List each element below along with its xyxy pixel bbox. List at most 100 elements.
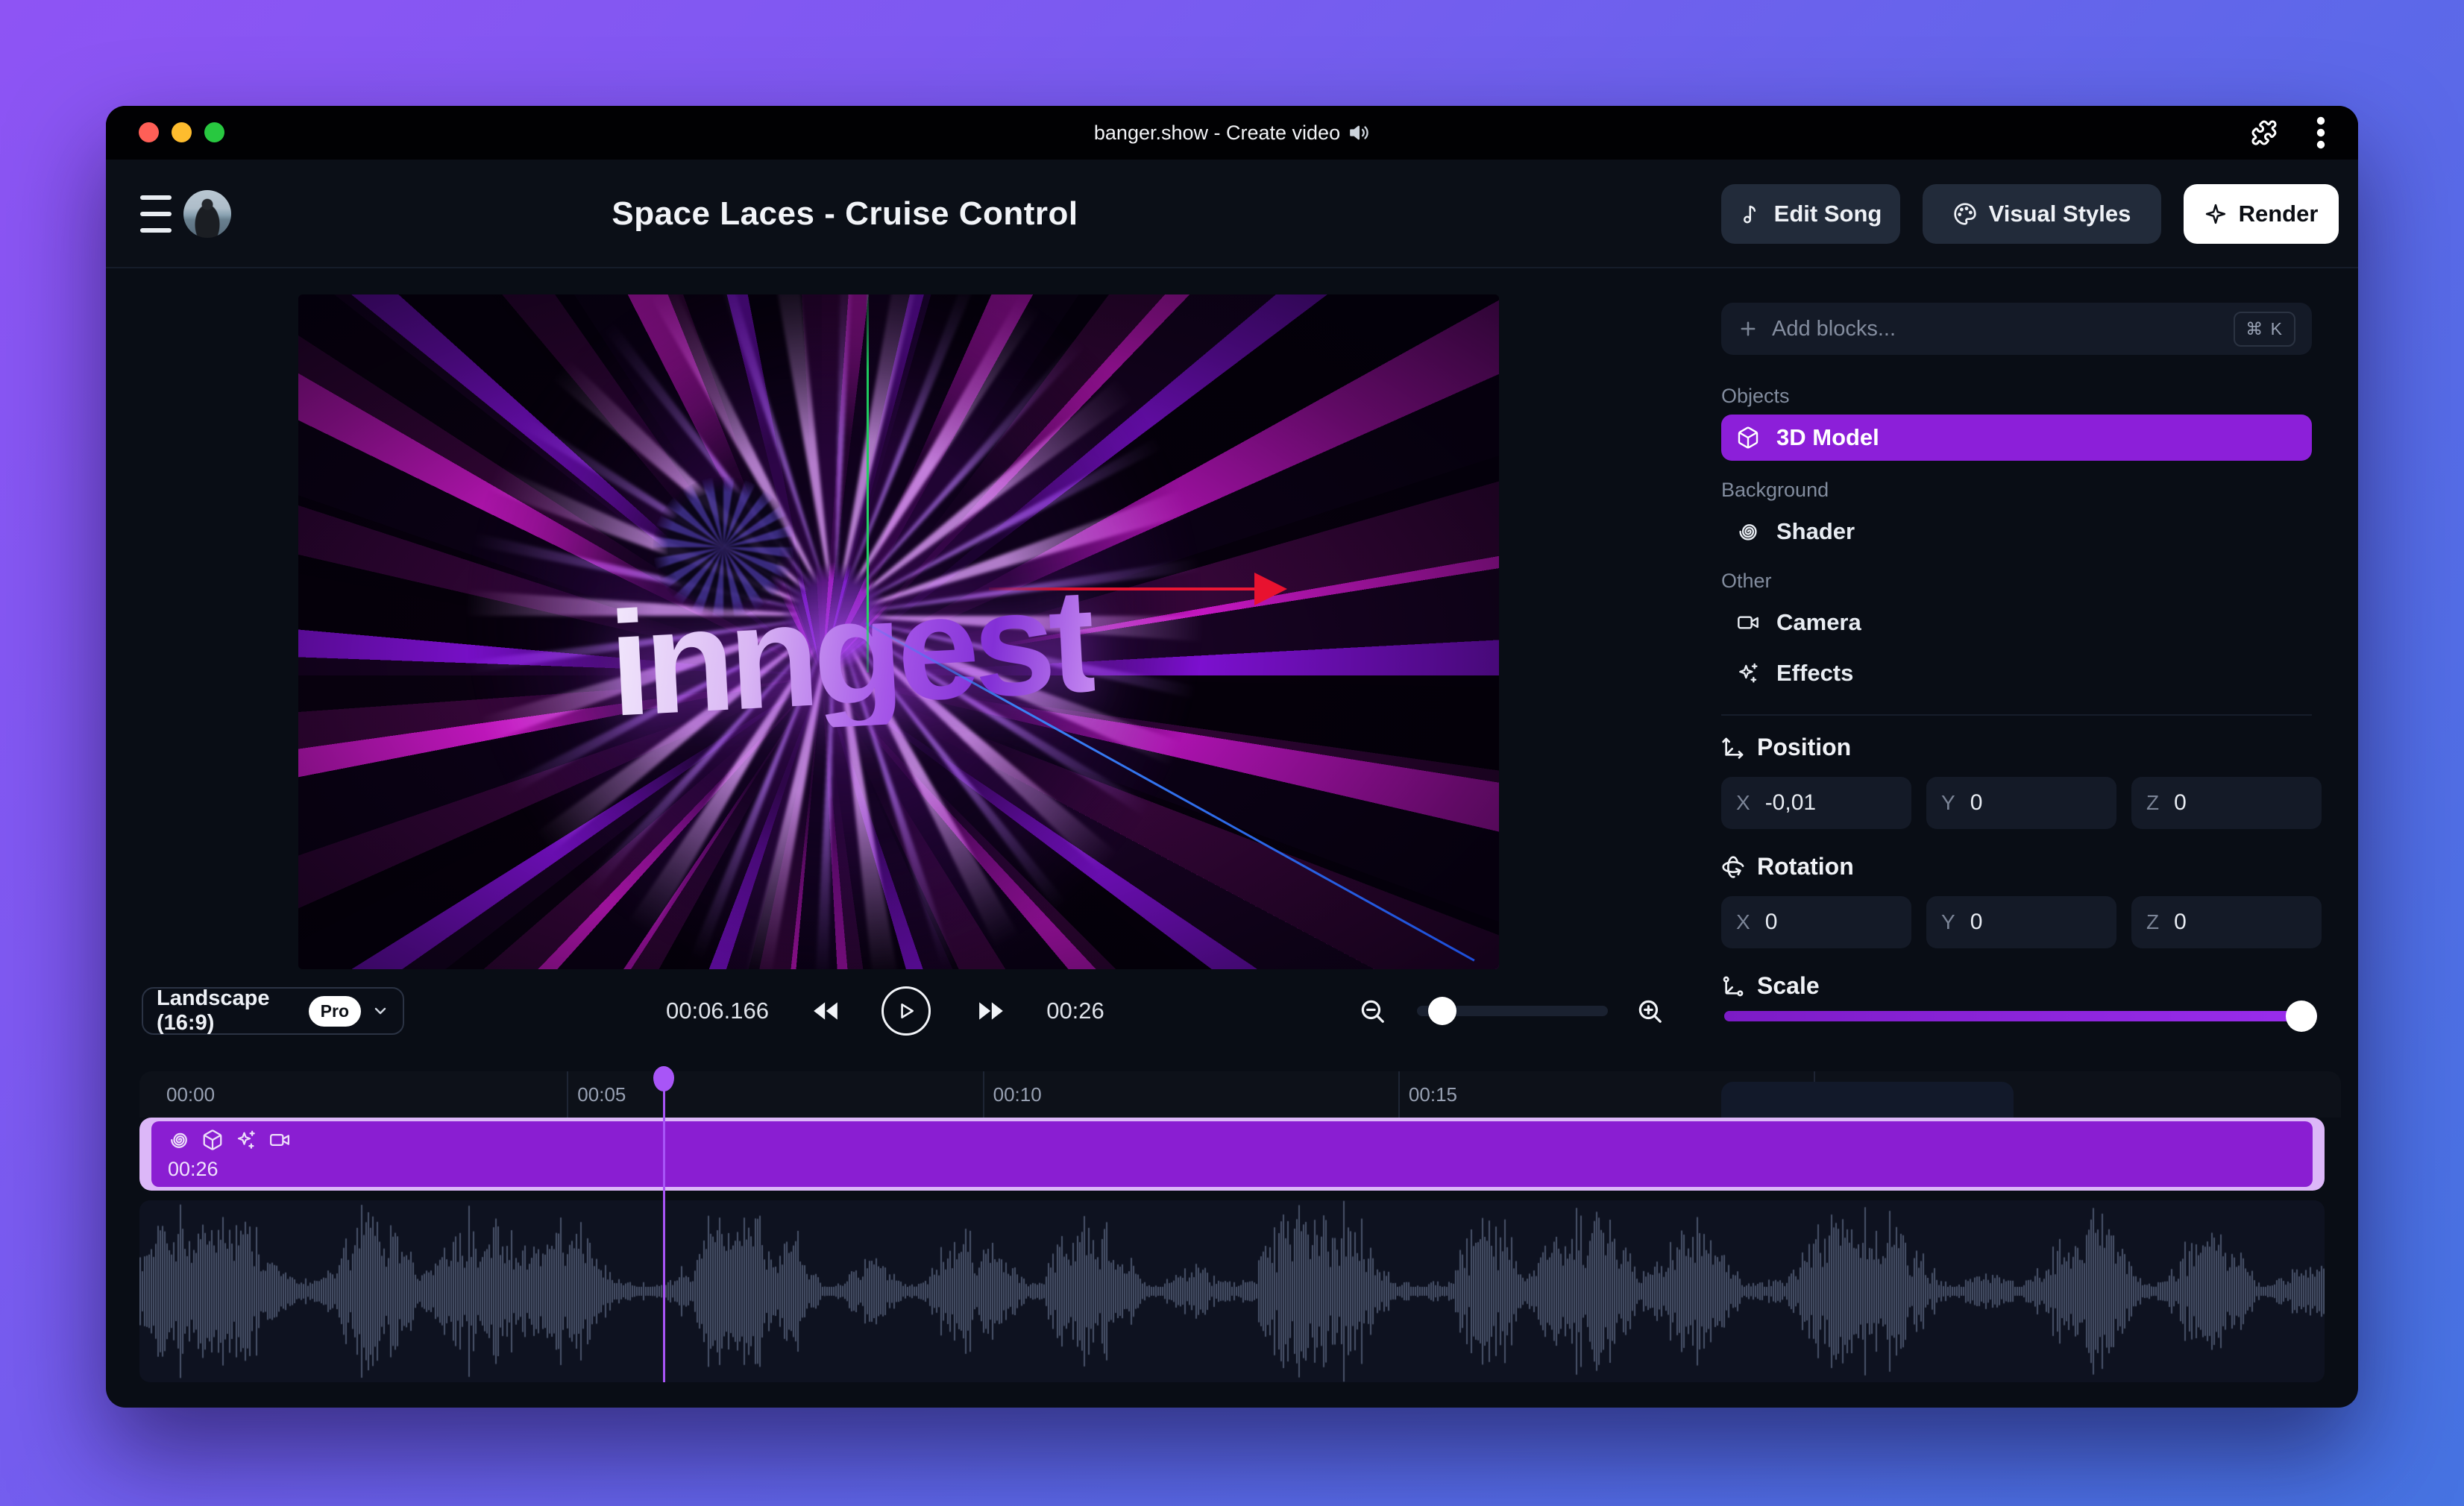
- other-section-label: Other: [1721, 570, 1772, 592]
- sidebar-divider: [1721, 714, 2312, 716]
- sparkle-icon: [2204, 203, 2227, 225]
- sidebar-item-effects[interactable]: Effects: [1721, 650, 2312, 696]
- axis-z-label: Z: [2146, 791, 2160, 814]
- playhead-line[interactable]: [663, 1075, 666, 1382]
- window-title-text: banger.show - Create video: [1093, 121, 1341, 144]
- clip-duration-label: 00:26: [168, 1158, 219, 1180]
- 3d-logo-text: inngest: [605, 556, 1096, 747]
- audio-waveform[interactable]: [139, 1200, 2325, 1382]
- rotation-z-field[interactable]: Z 0: [2131, 896, 2322, 948]
- app-header: Space Laces - Cruise Control Edit Song V…: [106, 160, 2358, 268]
- palette-icon: [1953, 202, 1977, 226]
- video-preview-viewport[interactable]: inngest: [298, 294, 1499, 969]
- rewind-button[interactable]: [799, 987, 852, 1035]
- position-x-value: -0,01: [1764, 790, 1817, 815]
- sparkles-icon: [235, 1129, 257, 1151]
- timeline-zoom-thumb[interactable]: [1428, 997, 1457, 1025]
- background-section-label: Background: [1721, 479, 1829, 501]
- rotation-z-value: 0: [2174, 910, 2187, 934]
- scale-slider-thumb[interactable]: [2286, 1001, 2317, 1032]
- position-y-field[interactable]: Y 0: [1926, 777, 2116, 829]
- ruler-grid-line: [567, 1071, 569, 1118]
- objects-section-label: Objects: [1721, 385, 1790, 407]
- scale-slider[interactable]: [1724, 1001, 2317, 1032]
- tick-label: 00:00: [166, 1083, 216, 1106]
- camera-icon: [1736, 611, 1760, 634]
- rotation-x-value: 0: [1764, 910, 1778, 934]
- waveform-canvas: [139, 1200, 2325, 1382]
- extensions-puzzle-icon[interactable]: [2251, 119, 2278, 146]
- chevron-down-icon: [371, 1002, 389, 1020]
- browser-menu-icon[interactable]: [2316, 116, 2325, 149]
- scale-section-header: Scale: [1721, 972, 1820, 1000]
- axis-x-label: X: [1736, 791, 1750, 814]
- position-z-field[interactable]: Z 0: [2131, 777, 2322, 829]
- gizmo-y-axis: [866, 294, 869, 672]
- edit-song-button[interactable]: Edit Song: [1721, 184, 1900, 244]
- cube-icon: [201, 1129, 224, 1151]
- effects-label: Effects: [1776, 660, 1854, 686]
- axis-y-label: Y: [1941, 910, 1955, 933]
- edit-song-label: Edit Song: [1773, 201, 1882, 227]
- desktop: banger.show - Create video Space Laces -…: [0, 0, 2464, 1506]
- visual-styles-button[interactable]: Visual Styles: [1923, 184, 2161, 244]
- timeline-zoom-slider[interactable]: [1417, 997, 1608, 1025]
- axis-x-label: X: [1736, 910, 1750, 933]
- total-time: 00:26: [1046, 998, 1104, 1024]
- render-label: Render: [2238, 201, 2319, 227]
- aspect-ratio-label: Landscape (16:9): [157, 986, 270, 1035]
- ruler-grid-line: [1398, 1071, 1400, 1118]
- axis-z-label: Z: [2146, 910, 2160, 933]
- rotation-section-header: Rotation: [1721, 853, 1854, 880]
- rotation-y-value: 0: [1970, 910, 1983, 934]
- sidebar-item-3d-model[interactable]: 3D Model: [1721, 415, 2312, 461]
- plus-icon: [1738, 318, 1759, 339]
- fast-forward-button[interactable]: [965, 987, 1017, 1035]
- sidebar-clipped-panel: [1721, 1082, 2014, 1118]
- shader-label: Shader: [1776, 518, 1855, 544]
- camera-label: Camera: [1776, 609, 1861, 635]
- titlebar-actions: [2251, 106, 2325, 160]
- camera-icon: [268, 1129, 291, 1151]
- position-y-value: 0: [1970, 790, 1983, 815]
- move-3d-icon: [1721, 736, 1745, 760]
- scale-3d-icon: [1721, 974, 1745, 998]
- spiral-icon: [168, 1129, 190, 1151]
- aspect-ratio-dropdown[interactable]: Landscape (16:9) Pro: [142, 986, 404, 1035]
- clip-block-icons: [168, 1129, 291, 1151]
- position-label: Position: [1757, 734, 1852, 760]
- gizmo-x-axis: [988, 587, 1259, 590]
- tick-label: 00:15: [1408, 1083, 1457, 1106]
- rotation-label: Rotation: [1757, 853, 1854, 880]
- app-window: banger.show - Create video Space Laces -…: [106, 106, 2358, 1408]
- play-icon: [881, 986, 931, 1036]
- timeline-clip[interactable]: 00:26: [139, 1118, 2325, 1191]
- visual-styles-label: Visual Styles: [1988, 201, 2131, 227]
- pro-badge: Pro: [308, 995, 361, 1027]
- play-button[interactable]: [880, 986, 932, 1036]
- speaker-icon: [1349, 122, 1370, 143]
- add-blocks-input[interactable]: Add blocks... ⌘ K: [1721, 303, 2312, 355]
- position-section-header: Position: [1721, 734, 1851, 761]
- zoom-out-icon[interactable]: [1350, 987, 1395, 1035]
- sidebar-item-shader[interactable]: Shader: [1721, 508, 2312, 555]
- sparkles-icon: [1736, 661, 1760, 685]
- position-x-field[interactable]: X -0,01: [1721, 777, 1911, 829]
- current-time: 00:06.166: [666, 998, 769, 1024]
- cube-icon: [1736, 426, 1760, 450]
- scale-label: Scale: [1757, 972, 1820, 999]
- titlebar: banger.show - Create video: [106, 106, 2358, 160]
- sidebar-item-camera[interactable]: Camera: [1721, 599, 2312, 646]
- rotation-x-field[interactable]: X 0: [1721, 896, 1911, 948]
- 3d-model-label: 3D Model: [1776, 424, 1879, 450]
- tick-label: 00:05: [577, 1083, 626, 1106]
- rotate-3d-icon: [1721, 855, 1745, 879]
- rotation-y-field[interactable]: Y 0: [1926, 896, 2116, 948]
- music-note-icon: [1740, 203, 1762, 225]
- spiral-icon: [1736, 520, 1760, 544]
- render-button[interactable]: Render: [2184, 184, 2339, 244]
- position-z-value: 0: [2174, 790, 2187, 815]
- zoom-in-icon[interactable]: [1627, 987, 1672, 1035]
- window-title: banger.show - Create video: [106, 106, 2358, 160]
- tick-label: 00:10: [993, 1083, 1042, 1106]
